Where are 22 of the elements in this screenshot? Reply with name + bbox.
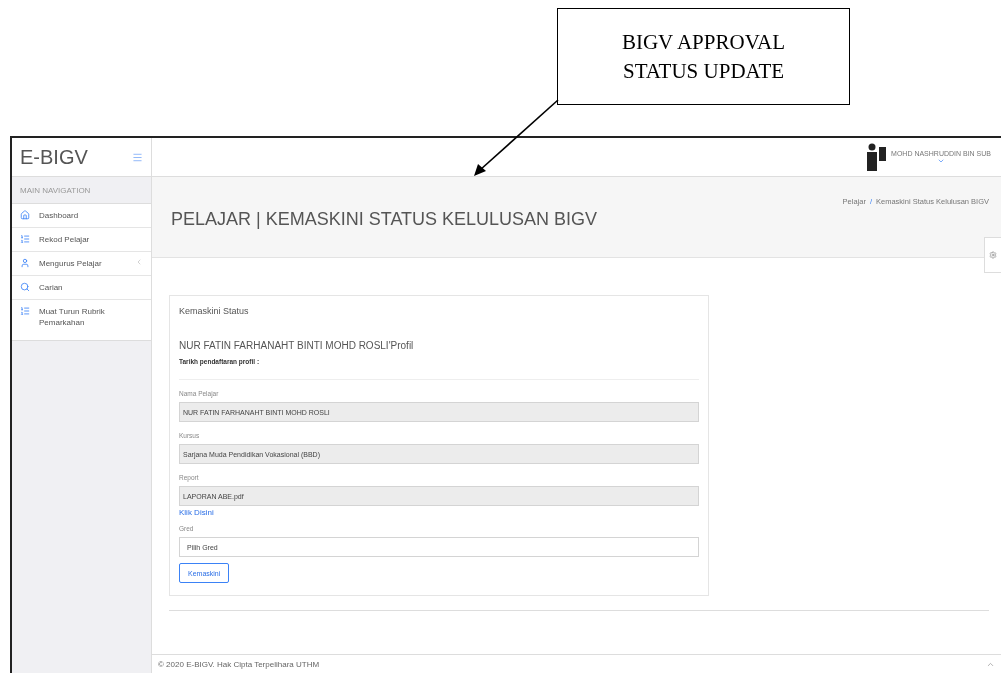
sidebar-item[interactable]: Dashboard: [12, 204, 151, 228]
footer-text: © 2020 E-BIGV. Hak Cipta Terpelihara UTHM: [158, 659, 320, 669]
sidebar-item[interactable]: Rekod Pelajar: [12, 228, 151, 252]
student-name: NUR FATIN FARHANAHT BINTI MOHD ROSLI'Profil: [179, 340, 415, 351]
callout-text: STATUS UPDATE: [622, 57, 785, 85]
settings-button[interactable]: [984, 237, 1001, 273]
list-icon: [20, 306, 30, 316]
callout-text: BIGV APPROVAL: [621, 28, 786, 56]
menu-icon[interactable]: [132, 151, 143, 163]
download-link[interactable]: Klik Disini: [179, 508, 699, 517]
page-title: PELAJAR | KEMASKINI STATUS KELULUSAN BIGV: [171, 209, 598, 231]
gear-icon: [989, 251, 997, 259]
app-logo: E-BIGV: [20, 145, 88, 169]
sidebar-item[interactable]: Mengurus Pelajar: [12, 252, 151, 276]
card-title: Kemaskini Status: [179, 306, 250, 316]
sidebar-item[interactable]: Carian: [12, 276, 151, 300]
sidebar-item[interactable]: Muat Turun Rubrik Pemarkahan: [12, 300, 151, 340]
user-icon: [20, 258, 30, 268]
list-icon: [20, 234, 30, 244]
search-icon: [20, 282, 30, 292]
user-figure-icon: [866, 143, 889, 171]
home-icon: [20, 210, 30, 220]
